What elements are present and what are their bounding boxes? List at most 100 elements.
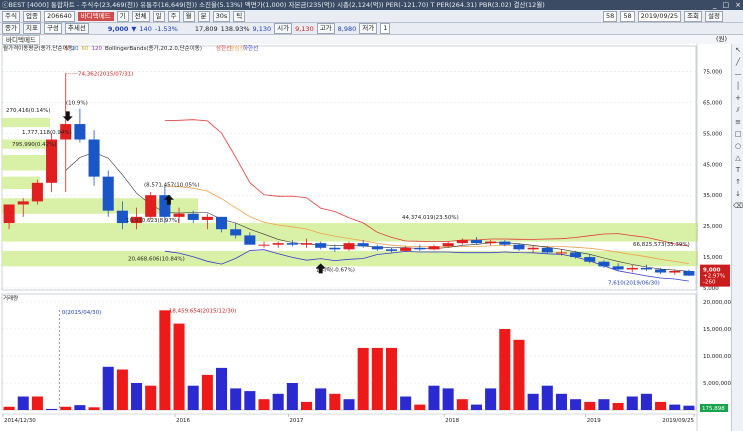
channel-icon[interactable]: ⫽ [733, 106, 743, 115]
candle-body [244, 235, 256, 245]
triangle-icon[interactable]: △ [733, 154, 743, 163]
current-volume-label: 175,898 [702, 406, 725, 412]
volume-bar [230, 388, 242, 410]
tab-all[interactable]: 전체 [131, 10, 150, 22]
high-label: 고가 [316, 23, 335, 34]
fibonacci-icon[interactable]: ≡ [733, 118, 743, 127]
volume-bar [371, 347, 383, 410]
candle-body [513, 244, 525, 250]
trendline-icon[interactable]: ╱ [733, 58, 743, 67]
page-select[interactable]: 1 [380, 23, 391, 34]
volume-bar [173, 323, 185, 410]
candle-body [640, 267, 652, 270]
close-icon[interactable]: × [733, 0, 741, 10]
volume-bar [116, 369, 128, 410]
mode-select[interactable]: 주식 [2, 10, 20, 22]
cross-icon[interactable]: + [733, 94, 743, 103]
price-tick-label: 25,000 [703, 224, 723, 230]
candle-body [230, 229, 242, 236]
tab-30s[interactable]: 30s [212, 10, 231, 22]
volume-annotation: 18,459,654(2015/12/30) [169, 308, 236, 314]
volume-bar [74, 405, 86, 410]
volume-bar [669, 404, 681, 410]
high-value: 9,130 [295, 24, 314, 33]
legend-item: BollingerBands(종가,20,2.0,단순이동) [105, 44, 202, 52]
code-input[interactable]: 206640 [43, 10, 75, 22]
open-label: 시가 [274, 23, 293, 34]
candle-body [216, 216, 228, 230]
volume-tick-label: 5,000,000 [703, 381, 731, 387]
count2-input[interactable]: 58 [620, 10, 635, 22]
stock-name-badge[interactable]: 바디텍메드 [77, 11, 114, 21]
volume-bar [626, 396, 638, 410]
legend-item: 120 [92, 46, 103, 52]
period-label[interactable]: 기 [116, 10, 129, 22]
candle-body [570, 252, 582, 258]
text-icon[interactable]: T [733, 166, 743, 175]
tab-month[interactable]: 월 [182, 10, 195, 22]
arrow-up-icon[interactable]: ↑ [733, 178, 743, 187]
tab-config[interactable]: 구성 [43, 23, 62, 34]
price-tick-label: 45,000 [703, 162, 723, 168]
price-change: 140 [139, 24, 152, 33]
chart-canvas: 74,362(2015/07/31) 270,416(0.14%) 1,777,11… [1, 44, 731, 431]
count-input[interactable]: 58 [603, 10, 618, 22]
candle-body [315, 243, 327, 248]
volume-bar [102, 366, 114, 410]
candle-body [357, 243, 369, 247]
volume-bar [442, 388, 454, 410]
settings-button[interactable]: 설정 [705, 10, 723, 22]
volume-bar [683, 405, 695, 410]
price-tick-label: 5,000 [703, 286, 719, 292]
volume-bar [145, 385, 157, 410]
tab-tick[interactable]: 틱 [233, 10, 246, 22]
vertical-line-icon[interactable]: │ [733, 82, 743, 91]
x-tick-label: 2019 [587, 418, 601, 424]
volume-bar [527, 393, 539, 410]
volume-tick-label: 10,000,000 [703, 354, 731, 360]
x-tick-label: 2014/12/30 [4, 418, 36, 424]
tab-indicator[interactable]: 지표 [22, 23, 41, 34]
candle-body [612, 266, 624, 270]
horizontal-line-icon[interactable]: — [733, 70, 743, 79]
legend-item: 5 [65, 46, 69, 52]
tab-trendline[interactable]: 추세선 [64, 23, 89, 34]
cursor-icon[interactable]: ↖ [733, 46, 743, 55]
date-input[interactable]: 2019/09/25 [637, 10, 682, 22]
candle-body [541, 247, 553, 253]
volume-bar [244, 391, 256, 410]
maximize-icon[interactable]: □ [721, 0, 730, 10]
tab-close-price[interactable]: 종가 [2, 23, 20, 34]
legend-item: 20 [72, 46, 79, 52]
toolbar-secondary: 종가 지표 구성 추세선 9,000 ▼ 140 -1.53% 17,809 1… [0, 23, 743, 35]
volume-bar [357, 347, 369, 410]
candle-body [428, 246, 440, 250]
candle-body [584, 257, 596, 262]
candle-body [598, 261, 610, 267]
eraser-icon[interactable]: ⌫ [733, 202, 743, 211]
circle-icon[interactable]: ○ [733, 142, 743, 151]
tab-week[interactable]: 주 [167, 10, 180, 22]
candle-body [258, 244, 270, 246]
chart-tab-row: 바디텍메드 (원) [0, 35, 743, 45]
price-annotation: 1,777,118(0.94%) [22, 130, 72, 136]
legend-item: 60 [82, 46, 89, 52]
price-tick-label: 15,000 [703, 255, 723, 261]
price-annotation: (8,571,457(10.05%) [144, 182, 199, 188]
minimize-icon[interactable]: _ [711, 0, 717, 10]
market-select[interactable]: 업종 [22, 10, 41, 22]
query-button[interactable]: 조회 [684, 10, 703, 22]
candle-body [683, 270, 695, 276]
tab-day[interactable]: 일 [152, 10, 165, 22]
down-arrow-icon: ▼ [131, 24, 137, 33]
volume-bar [272, 393, 284, 410]
candle-body [286, 243, 298, 245]
x-tick-label: 2018 [445, 418, 459, 424]
candle-body [499, 241, 511, 245]
price-annotation: (10.9%) [66, 100, 88, 106]
rectangle-icon[interactable]: □ [733, 130, 743, 139]
candle-body [400, 247, 412, 251]
arrow-down-icon[interactable]: ↓ [733, 190, 743, 199]
tab-minute[interactable]: 분 [197, 10, 210, 22]
price-tick-label: 65,000 [703, 100, 723, 106]
